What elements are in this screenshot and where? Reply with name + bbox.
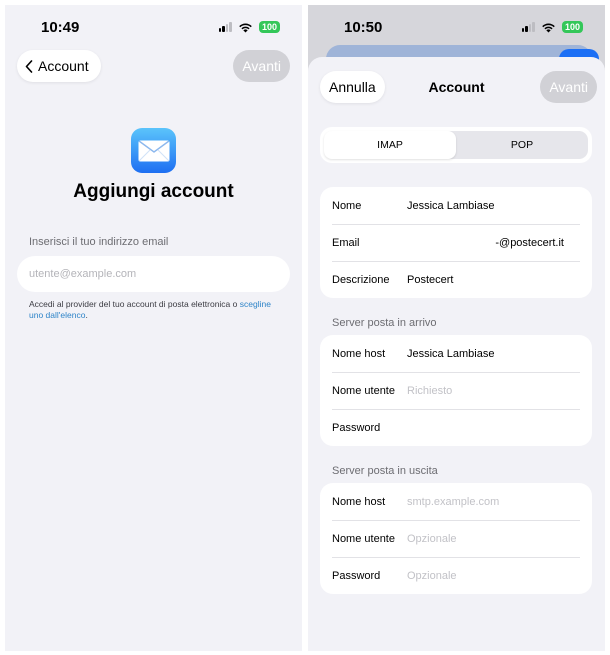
field-row-incoming-password[interactable]: Password [320, 409, 592, 446]
status-bar: 10:50 100 [308, 5, 605, 49]
field-row-outgoing-host[interactable]: Nome host smtp.example.com [320, 483, 592, 520]
field-label: Nome [332, 199, 362, 212]
outgoing-server-heading: Server posta in uscita [332, 465, 438, 477]
field-row-incoming-user[interactable]: Nome utente Richiesto [320, 372, 592, 409]
tab-pop[interactable]: POP [456, 131, 588, 159]
outgoing-username-field[interactable]: Opzionale [407, 533, 580, 545]
field-row-incoming-host[interactable]: Nome host Jessica Lambiase [320, 335, 592, 372]
field-label: Nome host [332, 495, 386, 508]
signal-icon [521, 22, 535, 32]
envelope-icon [138, 139, 169, 161]
battery-icon: 100 [258, 21, 280, 33]
mail-app-icon [131, 128, 176, 173]
field-row-name[interactable]: Nome Jessica Lambiase [320, 187, 592, 224]
account-info-card: Nome Jessica Lambiase Email ‑@postecert.… [320, 187, 592, 298]
battery-icon: 100 [561, 21, 583, 33]
chevron-left-icon [25, 59, 33, 73]
status-bar: 10:49 100 [5, 5, 302, 49]
wifi-icon [542, 23, 555, 32]
next-button[interactable]: Avanti [233, 50, 290, 82]
field-label: Nome host [332, 347, 386, 360]
field-label: Nome utente [332, 384, 395, 397]
outgoing-server-card: Nome host smtp.example.com Nome utente O… [320, 483, 592, 594]
name-field[interactable]: Jessica Lambiase [407, 200, 580, 212]
wifi-icon [239, 23, 252, 32]
help-text: Accedi al provider del tuo account di po… [29, 299, 279, 321]
incoming-username-field[interactable]: Richiesto [407, 385, 580, 397]
field-label: Password [332, 569, 381, 582]
outgoing-password-field[interactable]: Opzionale [407, 570, 580, 582]
help-text-body: Accedi al provider del tuo account di po… [29, 299, 240, 309]
field-label: Password [332, 421, 381, 434]
incoming-server-card: Nome host Jessica Lambiase Nome utente R… [320, 335, 592, 446]
field-row-outgoing-password[interactable]: Password Opzionale [320, 557, 592, 594]
incoming-host-field[interactable]: Jessica Lambiase [407, 348, 580, 360]
field-row-description[interactable]: Descrizione Postecert [320, 261, 592, 298]
field-row-email[interactable]: Email ‑@postecert.it [320, 224, 592, 261]
tab-imap[interactable]: IMAP [324, 131, 456, 159]
page-title: Aggiungi account [73, 181, 234, 202]
protocol-segmented-control: IMAP POP [320, 127, 592, 163]
status-time: 10:49 [41, 19, 80, 36]
email-field[interactable]: ‑@postecert.it [407, 237, 564, 249]
account-sheet: Annulla Account Avanti IMAP POP Nome Jes… [308, 57, 605, 651]
status-time: 10:50 [344, 19, 383, 36]
help-text-end: . [85, 310, 88, 320]
field-row-outgoing-user[interactable]: Nome utente Opzionale [320, 520, 592, 557]
email-field-label: Inserisci il tuo indirizzo email [29, 236, 169, 248]
screen-account-settings: 10:50 100 Annulla Account Avanti IMAP PO… [308, 5, 605, 651]
field-label: Descrizione [332, 273, 390, 286]
signal-icon [218, 22, 232, 32]
email-field[interactable] [17, 256, 290, 292]
description-field[interactable]: Postecert [407, 274, 580, 286]
screen-add-account: 10:49 100 Account Avanti Aggiungi accoun… [5, 5, 302, 651]
field-label: Nome utente [332, 532, 395, 545]
incoming-server-heading: Server posta in arrivo [332, 317, 437, 329]
next-button[interactable]: Avanti [540, 71, 597, 103]
back-button[interactable]: Account [17, 50, 101, 82]
back-button-label: Account [38, 58, 89, 74]
outgoing-host-field[interactable]: smtp.example.com [407, 496, 580, 508]
field-label: Email [332, 236, 360, 249]
